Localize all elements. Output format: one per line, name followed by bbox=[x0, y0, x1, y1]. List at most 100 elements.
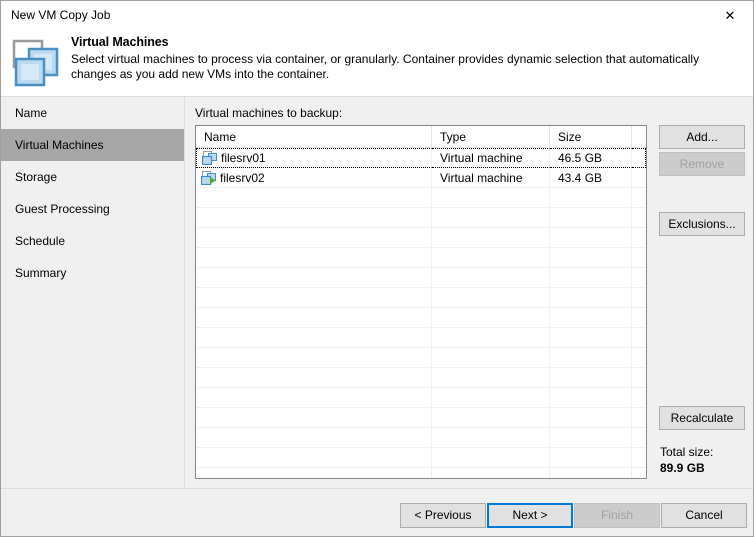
next-button[interactable]: Next > bbox=[487, 503, 573, 528]
vm-table[interactable]: Name Type Size filesrv01 Virtual machine… bbox=[195, 125, 647, 479]
cell-spacer bbox=[632, 168, 646, 188]
table-row[interactable] bbox=[196, 248, 646, 268]
previous-button[interactable]: < Previous bbox=[400, 503, 486, 528]
table-row[interactable] bbox=[196, 288, 646, 308]
table-empty-rows bbox=[196, 188, 646, 478]
cell-type bbox=[432, 388, 550, 408]
table-row[interactable] bbox=[196, 468, 646, 478]
cell-type: Virtual machine bbox=[432, 168, 550, 188]
main-panel: Virtual machines to backup: Name Type Si… bbox=[186, 97, 753, 488]
cell-size bbox=[550, 308, 632, 328]
dialog-window: New VM Copy Job ✕ Virtual Machines Selec… bbox=[0, 0, 754, 537]
vm-list-label: Virtual machines to backup: bbox=[195, 106, 343, 120]
vm-name: filesrv02 bbox=[220, 171, 265, 185]
cell-type bbox=[432, 448, 550, 468]
virtual-machines-icon bbox=[11, 38, 69, 88]
table-header-row: Name Type Size bbox=[196, 126, 646, 148]
table-row[interactable] bbox=[196, 368, 646, 388]
cell-type bbox=[432, 328, 550, 348]
table-row[interactable] bbox=[196, 328, 646, 348]
cell-spacer bbox=[632, 448, 646, 468]
cell-size bbox=[550, 468, 632, 478]
table-row[interactable] bbox=[196, 348, 646, 368]
column-header-type[interactable]: Type bbox=[432, 126, 550, 148]
cell-name bbox=[196, 368, 432, 388]
close-icon[interactable]: ✕ bbox=[707, 1, 753, 30]
cell-size: 43.4 GB bbox=[550, 168, 632, 188]
add-button[interactable]: Add... bbox=[659, 125, 745, 149]
sidebar-item-schedule[interactable]: Schedule bbox=[1, 225, 184, 257]
sidebar-item-name[interactable]: Name bbox=[1, 97, 184, 129]
cell-size bbox=[550, 288, 632, 308]
column-header-name[interactable]: Name bbox=[196, 126, 432, 148]
sidebar-item-label: Summary bbox=[15, 266, 67, 280]
vm-icon bbox=[201, 151, 218, 166]
wizard-sidebar: Name Virtual Machines Storage Guest Proc… bbox=[1, 97, 185, 488]
cell-name: filesrv01 bbox=[196, 148, 432, 168]
cell-name bbox=[196, 308, 432, 328]
cell-spacer bbox=[632, 188, 646, 208]
window-title: New VM Copy Job bbox=[11, 8, 111, 22]
sidebar-item-guest-processing[interactable]: Guest Processing bbox=[1, 193, 184, 225]
sidebar-item-storage[interactable]: Storage bbox=[1, 161, 184, 193]
table-row[interactable] bbox=[196, 208, 646, 228]
cell-name bbox=[196, 188, 432, 208]
cancel-button[interactable]: Cancel bbox=[661, 503, 747, 528]
cell-size bbox=[550, 448, 632, 468]
sidebar-item-label: Name bbox=[15, 106, 48, 120]
table-row[interactable] bbox=[196, 268, 646, 288]
exclusions-button[interactable]: Exclusions... bbox=[659, 212, 745, 236]
remove-button[interactable]: Remove bbox=[659, 152, 745, 176]
total-size-value: 89.9 GB bbox=[660, 461, 705, 475]
cell-type bbox=[432, 288, 550, 308]
cell-spacer bbox=[632, 468, 646, 478]
page-description: Select virtual machines to process via c… bbox=[71, 52, 700, 81]
cell-size bbox=[550, 348, 632, 368]
table-row[interactable] bbox=[196, 308, 646, 328]
cell-name bbox=[196, 288, 432, 308]
sidebar-item-summary[interactable]: Summary bbox=[1, 257, 184, 289]
table-row[interactable]: filesrv02 Virtual machine 43.4 GB bbox=[196, 168, 646, 188]
table-row[interactable] bbox=[196, 448, 646, 468]
sidebar-item-label: Storage bbox=[15, 170, 58, 184]
cell-type bbox=[432, 248, 550, 268]
cell-type bbox=[432, 308, 550, 328]
cell-size bbox=[550, 368, 632, 388]
cell-size bbox=[550, 228, 632, 248]
cell-size bbox=[550, 268, 632, 288]
sidebar-item-label: Schedule bbox=[15, 234, 66, 248]
cell-spacer bbox=[632, 208, 646, 228]
vm-name: filesrv01 bbox=[221, 151, 266, 165]
cell-spacer bbox=[632, 268, 646, 288]
cell-name bbox=[196, 228, 432, 248]
table-row[interactable] bbox=[196, 428, 646, 448]
column-header-size[interactable]: Size bbox=[550, 126, 632, 148]
sidebar-item-virtual-machines[interactable]: Virtual Machines bbox=[1, 129, 184, 161]
cell-name bbox=[196, 208, 432, 228]
table-row[interactable] bbox=[196, 188, 646, 208]
cell-type bbox=[432, 228, 550, 248]
cell-spacer bbox=[632, 308, 646, 328]
wizard-header: Virtual Machines Select virtual machines… bbox=[1, 30, 753, 96]
cell-spacer bbox=[632, 288, 646, 308]
cell-spacer bbox=[632, 148, 646, 168]
cell-spacer bbox=[632, 428, 646, 448]
finish-button[interactable]: Finish bbox=[574, 503, 660, 528]
cell-spacer bbox=[632, 408, 646, 428]
table-row[interactable] bbox=[196, 388, 646, 408]
cell-spacer bbox=[632, 328, 646, 348]
table-row[interactable] bbox=[196, 228, 646, 248]
recalculate-button[interactable]: Recalculate bbox=[659, 406, 745, 430]
table-row[interactable]: filesrv01 Virtual machine 46.5 GB bbox=[196, 148, 646, 168]
table-row[interactable] bbox=[196, 408, 646, 428]
dialog-body: Name Virtual Machines Storage Guest Proc… bbox=[1, 97, 753, 488]
title-bar: New VM Copy Job ✕ bbox=[1, 1, 753, 30]
cell-name bbox=[196, 248, 432, 268]
cell-spacer bbox=[632, 248, 646, 268]
cell-type bbox=[432, 208, 550, 228]
cell-size bbox=[550, 328, 632, 348]
column-header-spacer[interactable] bbox=[632, 126, 646, 148]
sidebar-item-label: Guest Processing bbox=[15, 202, 110, 216]
cell-name bbox=[196, 428, 432, 448]
cell-name bbox=[196, 348, 432, 368]
